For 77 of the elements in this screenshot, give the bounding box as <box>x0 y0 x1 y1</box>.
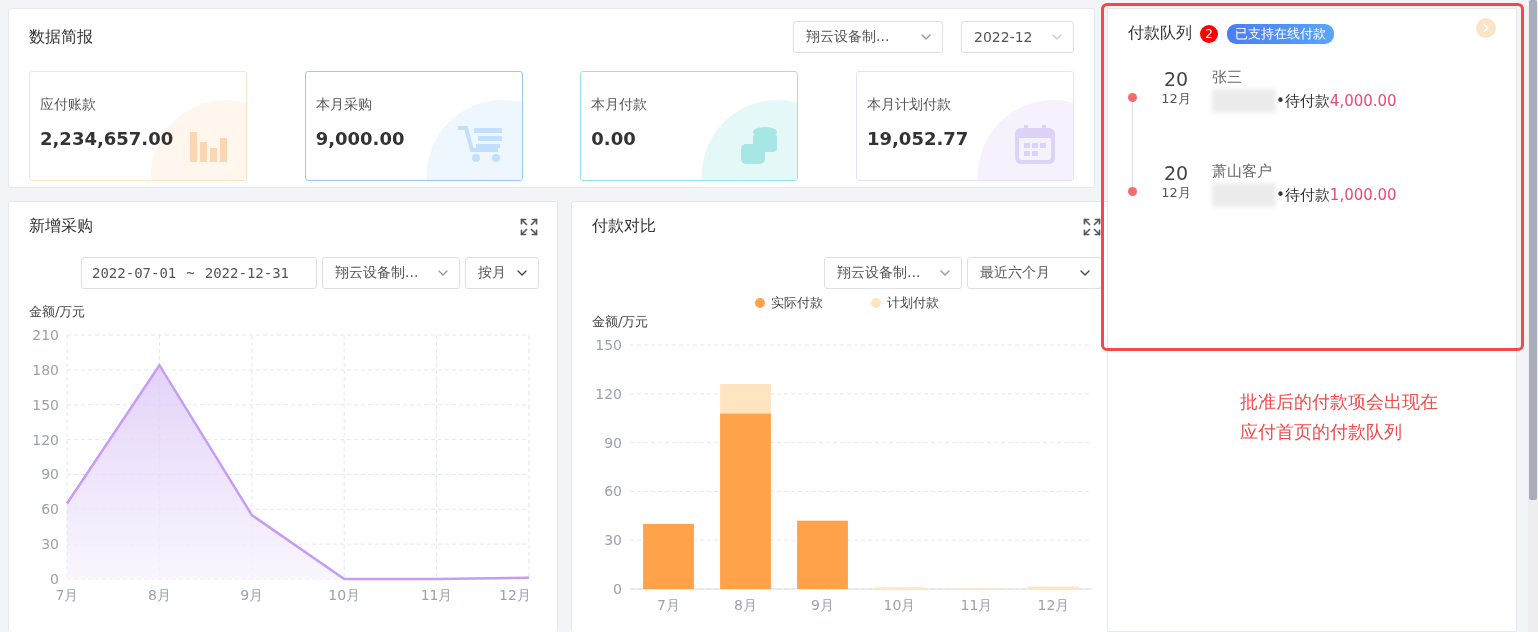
payment-status: •待付款 <box>1276 91 1330 111</box>
month-select[interactable]: 2022-12 <box>961 21 1074 53</box>
payee-name: 萧山客户 <box>1212 162 1273 181</box>
axis-tick-label: 30 <box>41 536 59 553</box>
axis-tick-label: 8月 <box>147 587 171 603</box>
company-select[interactable]: 翔云设备制... <box>824 257 962 289</box>
month-label: 12月 <box>1161 90 1191 108</box>
stat-value: 19,052.77 <box>866 128 969 149</box>
stat-value: 9,000.00 <box>315 128 405 149</box>
axis-tick-label: 210 <box>32 327 59 343</box>
axis-tick-label: 7月 <box>657 597 680 613</box>
axis-tick-label: 90 <box>604 434 622 451</box>
month-label: 12月 <box>1161 184 1191 202</box>
axis-tick-label: 10月 <box>328 587 361 603</box>
day-number: 20 <box>1163 162 1189 184</box>
payment-amount: 1,000.00 <box>1329 186 1397 204</box>
period-select[interactable]: 最近六个月 <box>967 257 1102 289</box>
axis-tick-label: 150 <box>595 337 622 353</box>
date-end: 2022-12-31 <box>204 265 290 281</box>
stat-value: 2,234,657.00 <box>40 128 174 149</box>
date-separator: ~ <box>186 265 195 281</box>
count-badge: 2 <box>1200 24 1218 43</box>
axis-tick-label: 120 <box>595 385 622 402</box>
timeline-dot <box>1128 93 1137 102</box>
annotation-note: 应付首页的付款队列 <box>1240 420 1402 444</box>
cart-icon <box>455 124 504 164</box>
stat-label: 本月计划付款 <box>866 96 952 114</box>
bar <box>643 523 694 589</box>
axis-tick-label: 30 <box>604 532 622 549</box>
panel-title: 付款对比 <box>592 216 656 237</box>
axis-tick-label: 120 <box>32 431 59 448</box>
date-start: 2022-07-01 <box>92 265 177 281</box>
axis-tick-label: 9月 <box>240 587 264 603</box>
y-axis-label: 金额/万元 <box>29 303 87 321</box>
fullscreen-icon[interactable] <box>1082 216 1102 237</box>
calendar-icon <box>1014 124 1055 164</box>
axis-tick-label: 10月 <box>883 597 916 613</box>
axis-tick-label: 60 <box>41 501 59 518</box>
payee-name: 张三 <box>1212 68 1243 87</box>
legend-item[interactable]: 实际付款 <box>755 293 823 313</box>
axis-tick-label: 180 <box>32 361 59 378</box>
axis-tick-label: 11月 <box>420 587 453 603</box>
coins-icon <box>739 124 780 166</box>
axis-tick-label: 12月 <box>1037 597 1070 613</box>
stat-label: 本月采购 <box>315 96 373 114</box>
stat-label: 应付账款 <box>40 96 97 114</box>
stat-value: 0.00 <box>591 128 636 149</box>
axis-tick-label: 150 <box>32 396 59 413</box>
payment-status: •待付款 <box>1276 185 1330 205</box>
period-select[interactable]: 按月 <box>465 257 539 289</box>
axis-tick-label: 12月 <box>499 587 531 603</box>
day-number: 20 <box>1163 68 1189 90</box>
scrollbar-thumb[interactable] <box>1529 0 1537 500</box>
axis-tick-label: 8月 <box>734 597 757 613</box>
axis-tick-label: 7月 <box>55 587 79 603</box>
axis-tick-label: 90 <box>41 466 59 483</box>
timeline-dot <box>1128 187 1137 196</box>
bar <box>1028 586 1079 589</box>
fullscreen-icon[interactable] <box>519 216 539 237</box>
axis-tick-label: 60 <box>604 483 622 500</box>
payment-amount: 4,000.00 <box>1329 92 1397 110</box>
online-payment-tag: 已支持在线付款 <box>1227 23 1334 44</box>
legend-item[interactable]: 计划付款 <box>871 293 939 313</box>
y-axis-label: 金额/万元 <box>592 313 650 331</box>
axis-tick-label: 0 <box>613 581 622 597</box>
axis-tick-label: 9月 <box>811 597 834 613</box>
stat-label: 本月付款 <box>591 96 649 114</box>
company-select[interactable]: 翔云设备制... <box>322 257 460 289</box>
panel-title: 付款队列 <box>1128 23 1192 44</box>
panel-title: 新增采购 <box>29 216 93 237</box>
axis-tick-label: 11月 <box>960 597 993 613</box>
date-range-field[interactable]: 2022-07-01 ~ 2022-12-31 <box>81 257 317 289</box>
bar <box>797 520 848 589</box>
axis-tick-label: 0 <box>50 571 59 587</box>
section-title: 数据简报 <box>29 26 93 48</box>
annotation-note: 批准后的付款项会出现在 <box>1240 390 1438 414</box>
company-select[interactable]: 翔云设备制... <box>793 21 943 53</box>
